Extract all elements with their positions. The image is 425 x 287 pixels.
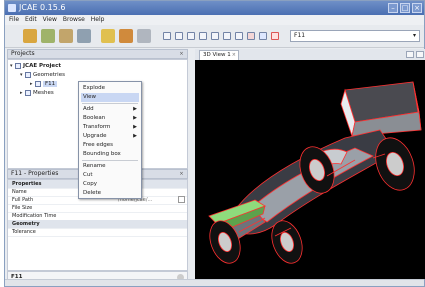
maximize-icon[interactable] bbox=[416, 51, 424, 58]
select-icon[interactable] bbox=[247, 32, 255, 40]
tree-root[interactable]: ▾ JCAE Project bbox=[10, 62, 61, 70]
property-row[interactable]: Tolerance bbox=[8, 228, 187, 237]
view-top-icon[interactable] bbox=[211, 32, 219, 40]
save-icon[interactable] bbox=[77, 29, 91, 43]
menu-item-label: Upgrade bbox=[83, 133, 107, 139]
build-icon[interactable] bbox=[137, 29, 151, 43]
menu-item-copy[interactable]: Copy bbox=[83, 180, 139, 189]
property-key: File Size bbox=[12, 205, 33, 211]
menu-separator bbox=[82, 160, 138, 161]
property-key: Geometry bbox=[12, 221, 40, 227]
menu-item-delete[interactable]: Delete bbox=[83, 189, 139, 198]
menu-item-label: Free edges bbox=[83, 142, 114, 148]
folder-icon bbox=[25, 71, 31, 78]
view-right-icon[interactable] bbox=[199, 32, 207, 40]
mesh-icon bbox=[25, 89, 31, 96]
view-bottom-icon[interactable] bbox=[223, 32, 231, 40]
menu-item-label: Rename bbox=[83, 163, 106, 169]
tree-root-label: JCAE Project bbox=[23, 63, 62, 69]
property-key: Full Path bbox=[12, 197, 34, 203]
submenu-arrow-icon: ▶ bbox=[133, 124, 137, 130]
menu-item-rename[interactable]: Rename bbox=[83, 162, 139, 171]
tree-geometries-label: Geometries bbox=[33, 72, 65, 78]
properties-panel-title: F11 - Properties bbox=[11, 170, 59, 177]
tab-3d-view[interactable]: 3D View 1 × bbox=[199, 50, 239, 60]
context-menu: Explode View Add ▶ Boolean ▶ Transform ▶ Up… bbox=[78, 81, 142, 199]
open-project-icon[interactable] bbox=[41, 29, 55, 43]
menu-item-label: Add bbox=[83, 106, 94, 112]
menu-view[interactable]: View bbox=[43, 15, 57, 25]
panel-close-icon[interactable]: × bbox=[178, 51, 185, 58]
property-key: Modification Time bbox=[12, 213, 57, 219]
tab-label: 3D View 1 bbox=[203, 52, 231, 58]
menu-file[interactable]: File bbox=[9, 15, 19, 25]
menu-item-label: Boolean bbox=[83, 115, 106, 121]
menu-bar: File Edit View Browse Help bbox=[5, 15, 424, 25]
menu-item-label: Cut bbox=[83, 172, 93, 178]
menu-item-upgrade[interactable]: Upgrade ▶ bbox=[83, 132, 139, 141]
menu-item-label: Bounding box bbox=[83, 151, 121, 157]
menu-edit[interactable]: Edit bbox=[25, 15, 37, 25]
undo-icon[interactable] bbox=[101, 29, 115, 43]
browse-button[interactable] bbox=[178, 196, 185, 203]
tree-geometries[interactable]: ▾ Geometries bbox=[20, 71, 65, 79]
property-key: Properties bbox=[12, 181, 42, 187]
submenu-arrow-icon: ▶ bbox=[133, 106, 137, 112]
redo-icon[interactable] bbox=[119, 29, 133, 43]
menu-help[interactable]: Help bbox=[91, 15, 105, 25]
shape-icon bbox=[35, 80, 41, 87]
tree-item-f11[interactable]: ▸ F11 bbox=[30, 80, 58, 88]
tree-meshes-label: Meshes bbox=[33, 90, 54, 96]
menu-item-label: Delete bbox=[83, 190, 102, 196]
window-title: JCAE 0.15.6 bbox=[19, 3, 66, 12]
pick-icon[interactable] bbox=[259, 32, 267, 40]
menu-item-bounding-box[interactable]: Bounding box bbox=[83, 150, 139, 159]
tree-meshes[interactable]: ▸ Meshes bbox=[20, 89, 54, 97]
project-icon bbox=[15, 62, 21, 69]
menu-item-label: View bbox=[83, 94, 97, 100]
restore-icon[interactable] bbox=[406, 51, 414, 58]
menu-separator bbox=[82, 103, 138, 104]
view-iso-icon[interactable] bbox=[235, 32, 243, 40]
menu-item-label: Explode bbox=[83, 85, 105, 91]
menu-browse[interactable]: Browse bbox=[63, 15, 85, 25]
race-car-model bbox=[208, 81, 422, 264]
minimize-button[interactable]: – bbox=[388, 3, 398, 13]
title-bar: JCAE 0.15.6 – □ × bbox=[5, 1, 424, 15]
menu-item-explode[interactable]: Explode bbox=[83, 84, 139, 93]
application-window: JCAE 0.15.6 – □ × File Edit View Browse … bbox=[4, 0, 425, 287]
close-button[interactable]: × bbox=[412, 3, 422, 13]
view-left-icon[interactable] bbox=[187, 32, 195, 40]
property-key: Tolerance bbox=[12, 229, 36, 235]
menu-item-cut[interactable]: Cut bbox=[83, 171, 139, 180]
tree-item-label: F11 bbox=[43, 81, 58, 87]
menu-item-boolean[interactable]: Boolean ▶ bbox=[83, 114, 139, 123]
status-bar bbox=[5, 279, 424, 286]
menu-item-add[interactable]: Add ▶ bbox=[83, 105, 139, 114]
app-icon bbox=[8, 4, 16, 12]
menu-item-view[interactable]: View bbox=[81, 93, 139, 102]
submenu-arrow-icon: ▶ bbox=[133, 115, 137, 121]
property-key: Name bbox=[12, 189, 27, 195]
projects-panel-title: Projects bbox=[11, 50, 35, 57]
view-back-icon[interactable] bbox=[175, 32, 183, 40]
stop-icon[interactable] bbox=[271, 32, 279, 40]
menu-item-label: Transform bbox=[83, 124, 111, 130]
search-field[interactable]: F11 ▾ bbox=[290, 30, 420, 42]
menu-item-free-edges[interactable]: Free edges bbox=[83, 141, 139, 150]
open-file-icon[interactable] bbox=[59, 29, 73, 43]
chevron-down-icon[interactable]: ▾ bbox=[411, 32, 418, 40]
close-icon[interactable]: × bbox=[232, 51, 236, 60]
search-value: F11 bbox=[294, 32, 306, 39]
maximize-button[interactable]: □ bbox=[400, 3, 410, 13]
menu-item-label: Copy bbox=[83, 181, 97, 187]
panel-close-icon[interactable]: × bbox=[178, 171, 185, 178]
main-toolbar: F11 ▾ bbox=[5, 25, 424, 48]
submenu-arrow-icon: ▶ bbox=[133, 133, 137, 139]
view-front-icon[interactable] bbox=[163, 32, 171, 40]
menu-item-transform[interactable]: Transform ▶ bbox=[83, 123, 139, 132]
projects-panel-header: Projects × bbox=[7, 49, 188, 59]
new-project-icon[interactable] bbox=[23, 29, 37, 43]
3d-viewport[interactable] bbox=[195, 60, 425, 279]
